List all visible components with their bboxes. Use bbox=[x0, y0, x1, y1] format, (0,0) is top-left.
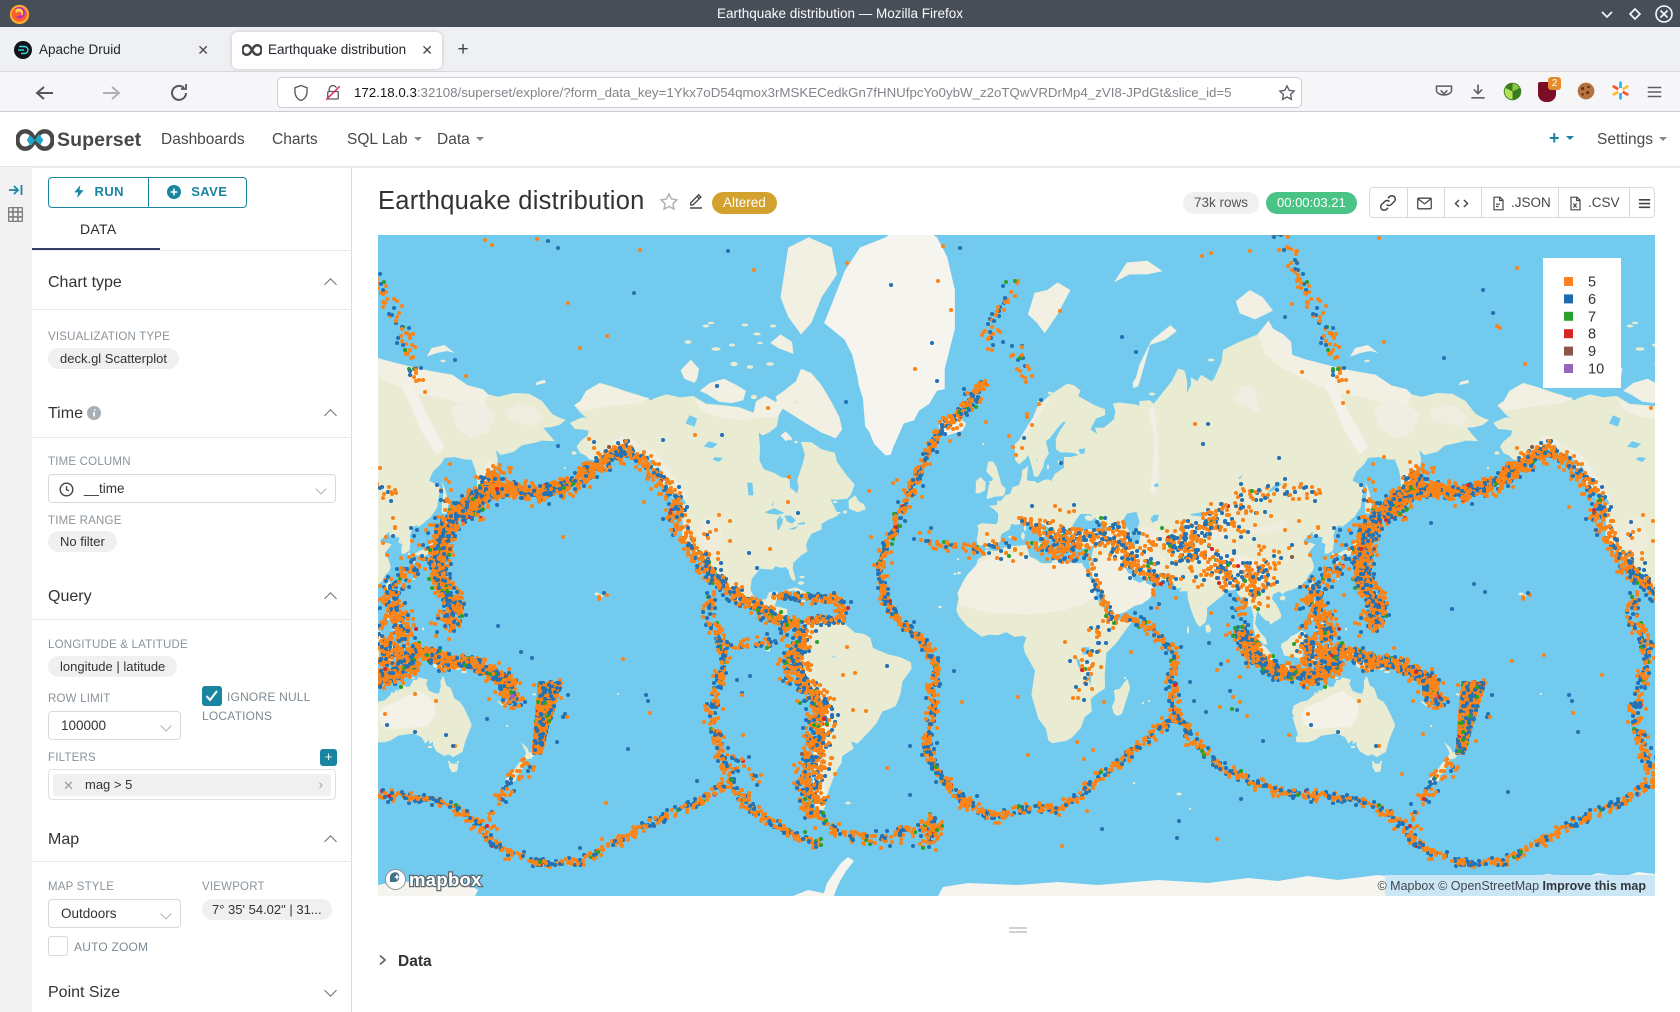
svg-text:10: 10 bbox=[1588, 362, 1604, 378]
svg-text:6: 6 bbox=[1588, 292, 1596, 308]
svg-text:7: 7 bbox=[1588, 309, 1596, 325]
svg-text:mapbox: mapbox bbox=[409, 869, 482, 890]
svg-text:9: 9 bbox=[1588, 344, 1596, 360]
svg-text:© Mapbox © OpenStreetMap Impro: © Mapbox © OpenStreetMap Improve this ma… bbox=[1377, 879, 1646, 893]
svg-text:5: 5 bbox=[1588, 275, 1596, 291]
svg-text:8: 8 bbox=[1588, 327, 1596, 343]
